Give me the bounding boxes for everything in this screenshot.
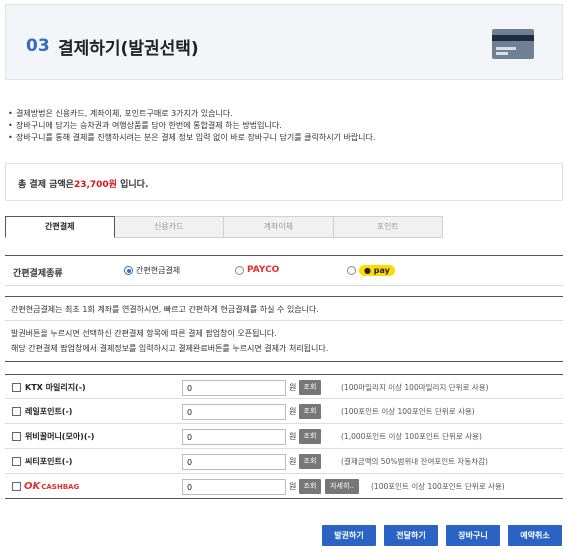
citi-point-checkbox[interactable] <box>12 457 21 466</box>
point-row-citi: 씨티포인트(-) 원 조회 (결제금액의 50%범위내 잔여포인트 자동차감) <box>5 449 563 474</box>
desc-line: 간편현금결제는 최초 1회 계좌를 연결하시면, 빠르고 간편하게 현금결제를 … <box>11 305 319 314</box>
rail-point-input[interactable] <box>182 404 286 420</box>
cart-button[interactable]: 장바구니 <box>446 525 500 546</box>
wibee-money-input[interactable] <box>182 429 286 445</box>
point-hint: (1,000포인트 이상 100포인트 단위로 사용) <box>341 432 482 441</box>
page-header: 03 결제하기(발권선택) <box>5 4 563 80</box>
unit-label: 원 <box>289 407 297 416</box>
inquiry-button[interactable]: 조회 <box>299 429 321 444</box>
easy-pay-type-label: 간편결제종류 <box>13 269 63 279</box>
kakaopay-logo: ● pay <box>359 265 395 276</box>
point-row-wibee: 위비꿀머니(모아)(-) 원 조회 (1,000포인트 이상 100포인트 단위… <box>5 424 563 449</box>
unit-label: 원 <box>289 383 297 392</box>
inquiry-button[interactable]: 조회 <box>299 454 321 469</box>
tab-easy-pay[interactable]: 간편결제 <box>5 216 115 238</box>
unit-label: 원 <box>289 432 297 441</box>
inquiry-button[interactable]: 조회 <box>299 380 321 395</box>
deliver-button[interactable]: 전달하기 <box>384 525 438 546</box>
tab-credit-card[interactable]: 신용카드 <box>114 216 224 238</box>
point-hint: (100포인트 이상 100포인트 단위로 사용) <box>341 407 475 416</box>
point-row-okcashbag: OK CASHBAG 원 조회 자세히.. (100포인트 이상 100포인트 … <box>5 474 563 499</box>
radio-kakaopay[interactable]: ● pay <box>347 265 395 276</box>
desc-line: 해당 간편결제 팝업창에서 결제정보를 입력하시고 결제완료버튼를 누르시면 결… <box>11 344 329 353</box>
radio-easy-cash-label: 간편현금결제 <box>136 266 181 275</box>
ktx-mileage-checkbox[interactable] <box>12 383 21 392</box>
total-amount-box: 총 결제 금액은23,700원 입니다. <box>5 163 563 201</box>
divider <box>5 320 563 321</box>
rail-point-checkbox[interactable] <box>12 407 21 416</box>
point-label: KTX 마일리지(-) <box>25 383 86 392</box>
okcashbag-input[interactable] <box>182 479 286 495</box>
wibee-money-checkbox[interactable] <box>12 432 21 441</box>
easy-pay-type-row: 간편결제종류 간편현금결제 PAYCO ● pay <box>5 255 563 286</box>
radio-button-icon[interactable] <box>124 266 133 275</box>
note-item: 결제방법은 신용카드, 계좌이체, 포인트구매로 3가지가 있습니다. <box>8 108 558 120</box>
radio-payco[interactable]: PAYCO <box>235 265 279 275</box>
point-hint: (100포인트 이상 100포인트 단위로 사용) <box>371 482 505 491</box>
note-item: 장바구니에 담기는 승차권과 여행상품를 담아 한번에 통합결제 하는 방법입니… <box>8 120 558 132</box>
note-item: 장바구니를 통해 결제를 진행하시려는 분은 결제 정보 입력 없이 바로 장바… <box>8 132 558 144</box>
points-table: KTX 마일리지(-) 원 조회 (100마일리지 이상 100마일리지 단위로… <box>5 374 563 499</box>
point-label: 씨티포인트(-) <box>25 457 73 466</box>
tab-bank-transfer[interactable]: 계좌이체 <box>224 216 334 238</box>
tab-point[interactable]: 포인트 <box>333 216 443 238</box>
desc-line: 발권버튼을 누르시면 선택하신 간편결제 항목에 따른 결제 팝업창이 오픈됩니… <box>11 329 277 338</box>
total-prefix: 총 결제 금액은 <box>18 180 74 190</box>
radio-easy-cash[interactable]: 간편현금결제 <box>124 265 180 276</box>
total-suffix: 입니다. <box>116 180 149 190</box>
easy-pay-description: 간편현금결제는 최초 1회 계좌를 연결하시면, 빠르고 간편하게 현금결제를 … <box>5 296 563 362</box>
okcashbag-ok: OK <box>24 481 41 492</box>
payment-tabs: 간편결제 신용카드 계좌이체 포인트 <box>5 216 443 238</box>
kakaopay-label: pay <box>373 266 390 275</box>
point-label: 레일포인트(-) <box>25 407 73 416</box>
page-title: 결제하기(발권선택) <box>58 39 199 59</box>
cancel-reservation-button[interactable]: 예약취소 <box>508 525 562 546</box>
okcashbag-logo: OK CASHBAG <box>24 481 79 492</box>
total-amount: 23,700원 <box>73 180 117 190</box>
credit-card-icon <box>492 29 534 59</box>
inquiry-button[interactable]: 조회 <box>299 404 321 419</box>
payco-logo: PAYCO <box>247 265 280 275</box>
issue-ticket-button[interactable]: 발권하기 <box>322 525 376 546</box>
citi-point-input[interactable] <box>182 454 286 470</box>
unit-label: 원 <box>289 457 297 466</box>
point-hint: (결제금액의 50%범위내 잔여포인트 자동차감) <box>341 457 488 466</box>
point-hint: (100마일리지 이상 100마일리지 단위로 사용) <box>341 383 489 392</box>
point-row-rail: 레일포인트(-) 원 조회 (100포인트 이상 100포인트 단위로 사용) <box>5 399 563 424</box>
point-label: 위비꿀머니(모아)(-) <box>25 432 95 441</box>
radio-button-icon[interactable] <box>235 265 244 275</box>
ktx-mileage-input[interactable] <box>182 380 286 396</box>
unit-label: 원 <box>289 482 297 491</box>
payment-notes: 결제방법은 신용카드, 계좌이체, 포인트구매로 3가지가 있습니다. 장바구니… <box>8 108 558 144</box>
okcashbag-checkbox[interactable] <box>12 482 21 491</box>
inquiry-button[interactable]: 조회 <box>299 479 321 494</box>
okcashbag-cashbag: CASHBAG <box>41 483 80 491</box>
radio-button-icon[interactable] <box>347 266 356 275</box>
detail-button[interactable]: 자세히.. <box>325 479 359 494</box>
point-row-ktx: KTX 마일리지(-) 원 조회 (100마일리지 이상 100마일리지 단위로… <box>5 374 563 399</box>
action-buttons: 발권하기 전달하기 장바구니 예약취소 <box>322 525 562 546</box>
total-amount-text: 총 결제 금액은23,700원 입니다. <box>18 177 148 190</box>
step-number: 03 <box>26 36 50 56</box>
